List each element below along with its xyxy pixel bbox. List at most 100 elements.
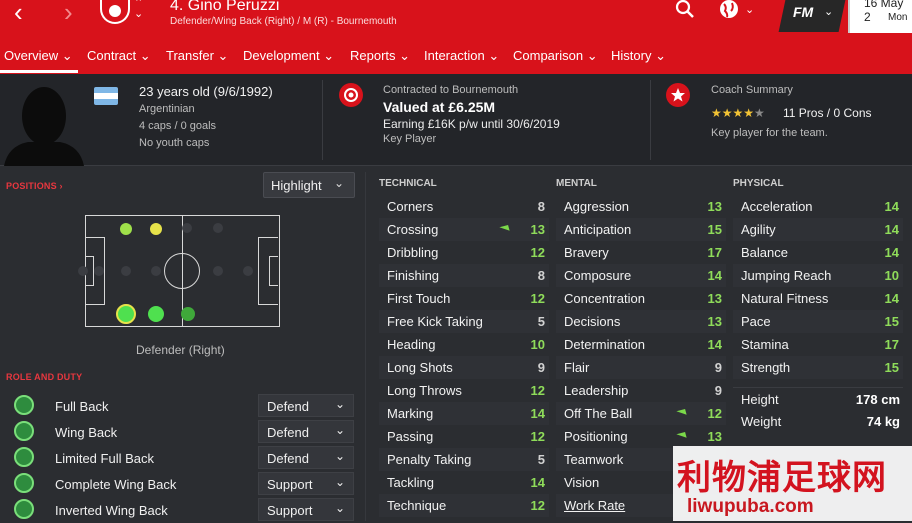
player-youth-caps: No youth caps [139,137,210,149]
attribute-row[interactable]: Corners 8 [379,195,549,218]
attribute-row[interactable]: Strength 15 [733,356,903,379]
attribute-value: 15 [707,222,722,237]
role-row[interactable]: Inverted Wing Back Support ⌄ [0,497,356,523]
attribute-row[interactable]: Natural Fitness 14 [733,287,903,310]
attribute-row[interactable]: Finishing 8 [379,264,549,287]
mental-heading: MENTAL [556,178,597,189]
positions-pitch [78,215,280,327]
attribute-row[interactable]: Concentration 13 [556,287,726,310]
duty-dropdown[interactable]: Support ⌄ [258,472,354,495]
attribute-row[interactable]: Acceleration 14 [733,195,903,218]
date-box[interactable]: 16 May 2 Mon [848,0,912,33]
positions-heading[interactable]: POSITIONS › [6,181,63,191]
tab-contract[interactable]: Contract ⌄ [87,48,151,64]
contract-club-icon [339,83,363,107]
attribute-row[interactable]: Composure 14 [556,264,726,287]
attribute-row[interactable]: Balance 14 [733,241,903,264]
attribute-row[interactable]: Agility 14 [733,218,903,241]
position-marker-dc[interactable] [148,306,164,322]
position-marker-dmc[interactable] [150,223,162,235]
attribute-row[interactable]: Anticipation 15 [556,218,726,241]
position-marker-dr-selected[interactable] [116,304,136,324]
attribute-name: Positioning [564,429,628,444]
coach-summary-label: Coach Summary [711,84,793,96]
attribute-name: Strength [741,360,791,375]
fm-chevron-icon[interactable]: ⌄ [824,5,833,18]
attribute-name: Bravery [564,245,609,260]
attribute-progress-arrow-icon [676,408,687,418]
attribute-row[interactable]: Free Kick Taking 5 [379,310,549,333]
attribute-row[interactable]: Long Throws 12 [379,379,549,402]
tab-development[interactable]: Development ⌄ [243,48,334,64]
player-switch-chevron-icon[interactable]: ⌃ ⌄ [134,0,143,20]
search-icon[interactable] [675,0,695,20]
attribute-row[interactable]: Flair 9 [556,356,726,379]
attribute-value: 12 [530,383,545,398]
tab-comparison[interactable]: Comparison ⌄ [513,48,598,64]
role-row[interactable]: Full Back Defend ⌄ [0,393,356,419]
attribute-row[interactable]: Penalty Taking 5 [379,448,549,471]
role-row[interactable]: Limited Full Back Defend ⌄ [0,445,356,471]
player-silhouette-avatar [4,87,84,166]
attribute-row[interactable]: Crossing 13 [379,218,549,241]
attribute-row[interactable]: Marking 14 [379,402,549,425]
attribute-row[interactable]: Dribbling 12 [379,241,549,264]
attribute-row[interactable]: Positioning 13 [556,425,726,448]
fm-logo[interactable]: FM [793,4,813,20]
role-row[interactable]: Wing Back Defend ⌄ [0,419,356,445]
attribute-name: Work Rate [564,498,626,513]
duty-dropdown[interactable]: Defend ⌄ [258,420,354,443]
coach-pros-cons[interactable]: 11 Pros / 0 Cons [783,106,872,120]
tab-history[interactable]: History ⌄ [611,48,666,64]
attribute-value: 12 [530,291,545,306]
globe-chevron-icon[interactable]: ⌄ [745,3,754,16]
role-name: Wing Back [55,425,118,440]
duty-dropdown[interactable]: Defend ⌄ [258,446,354,469]
role-row[interactable]: Complete Wing Back Support ⌄ [0,471,356,497]
role-name: Inverted Wing Back [55,503,168,518]
duty-dropdown[interactable]: Defend ⌄ [258,394,354,417]
attribute-value: 10 [530,337,545,352]
technical-heading: TECHNICAL [379,178,437,189]
attribute-row[interactable]: Decisions 13 [556,310,726,333]
attribute-row[interactable]: First Touch 12 [379,287,549,310]
attribute-row[interactable]: Bravery 17 [556,241,726,264]
attribute-value: 8 [537,199,545,214]
attribute-row[interactable]: Tackling 14 [379,471,549,494]
attribute-name: Agility [741,222,776,237]
attribute-row[interactable]: Determination 14 [556,333,726,356]
attribute-name: Natural Fitness [741,291,829,306]
duty-dropdown[interactable]: Support ⌄ [258,498,354,521]
tab-interaction[interactable]: Interaction ⌄ [424,48,499,64]
position-marker-dl[interactable] [181,307,195,321]
center-circle [164,253,200,289]
attribute-name: Marking [387,406,434,421]
highlight-label: Highlight [271,178,322,193]
attribute-row[interactable]: Off The Ball 12 [556,402,726,425]
back-icon[interactable]: ‹ [14,0,23,25]
attribute-row[interactable]: Stamina 17 [733,333,903,356]
forward-icon[interactable]: › [64,0,73,25]
attribute-row[interactable]: Passing 12 [379,425,549,448]
attribute-row[interactable]: Leadership 9 [556,379,726,402]
attribute-value: 14 [707,268,722,283]
attribute-row[interactable]: Long Shots 9 [379,356,549,379]
globe-icon[interactable] [718,0,740,22]
attribute-name: Dribbling [387,245,439,260]
attribute-value: 14 [530,406,545,421]
position-marker-dm-right[interactable] [120,223,132,235]
attribute-row[interactable]: Technique 12 [379,494,549,517]
tab-overview[interactable]: Overview ⌄ [4,48,73,64]
attribute-row[interactable]: Heading 10 [379,333,549,356]
attribute-row[interactable]: Aggression 13 [556,195,726,218]
attribute-value: 8 [537,268,545,283]
attribute-value: 14 [884,291,899,306]
height-label: Height [741,392,779,407]
tab-reports[interactable]: Reports ⌄ [350,48,410,64]
attribute-row[interactable]: Jumping Reach 10 [733,264,903,287]
tab-transfer[interactable]: Transfer ⌄ [166,48,228,64]
attribute-name: Crossing [387,222,439,237]
highlight-dropdown[interactable]: Highlight ⌄ [263,172,355,198]
club-crest-icon[interactable] [100,0,130,24]
attribute-row[interactable]: Pace 15 [733,310,903,333]
